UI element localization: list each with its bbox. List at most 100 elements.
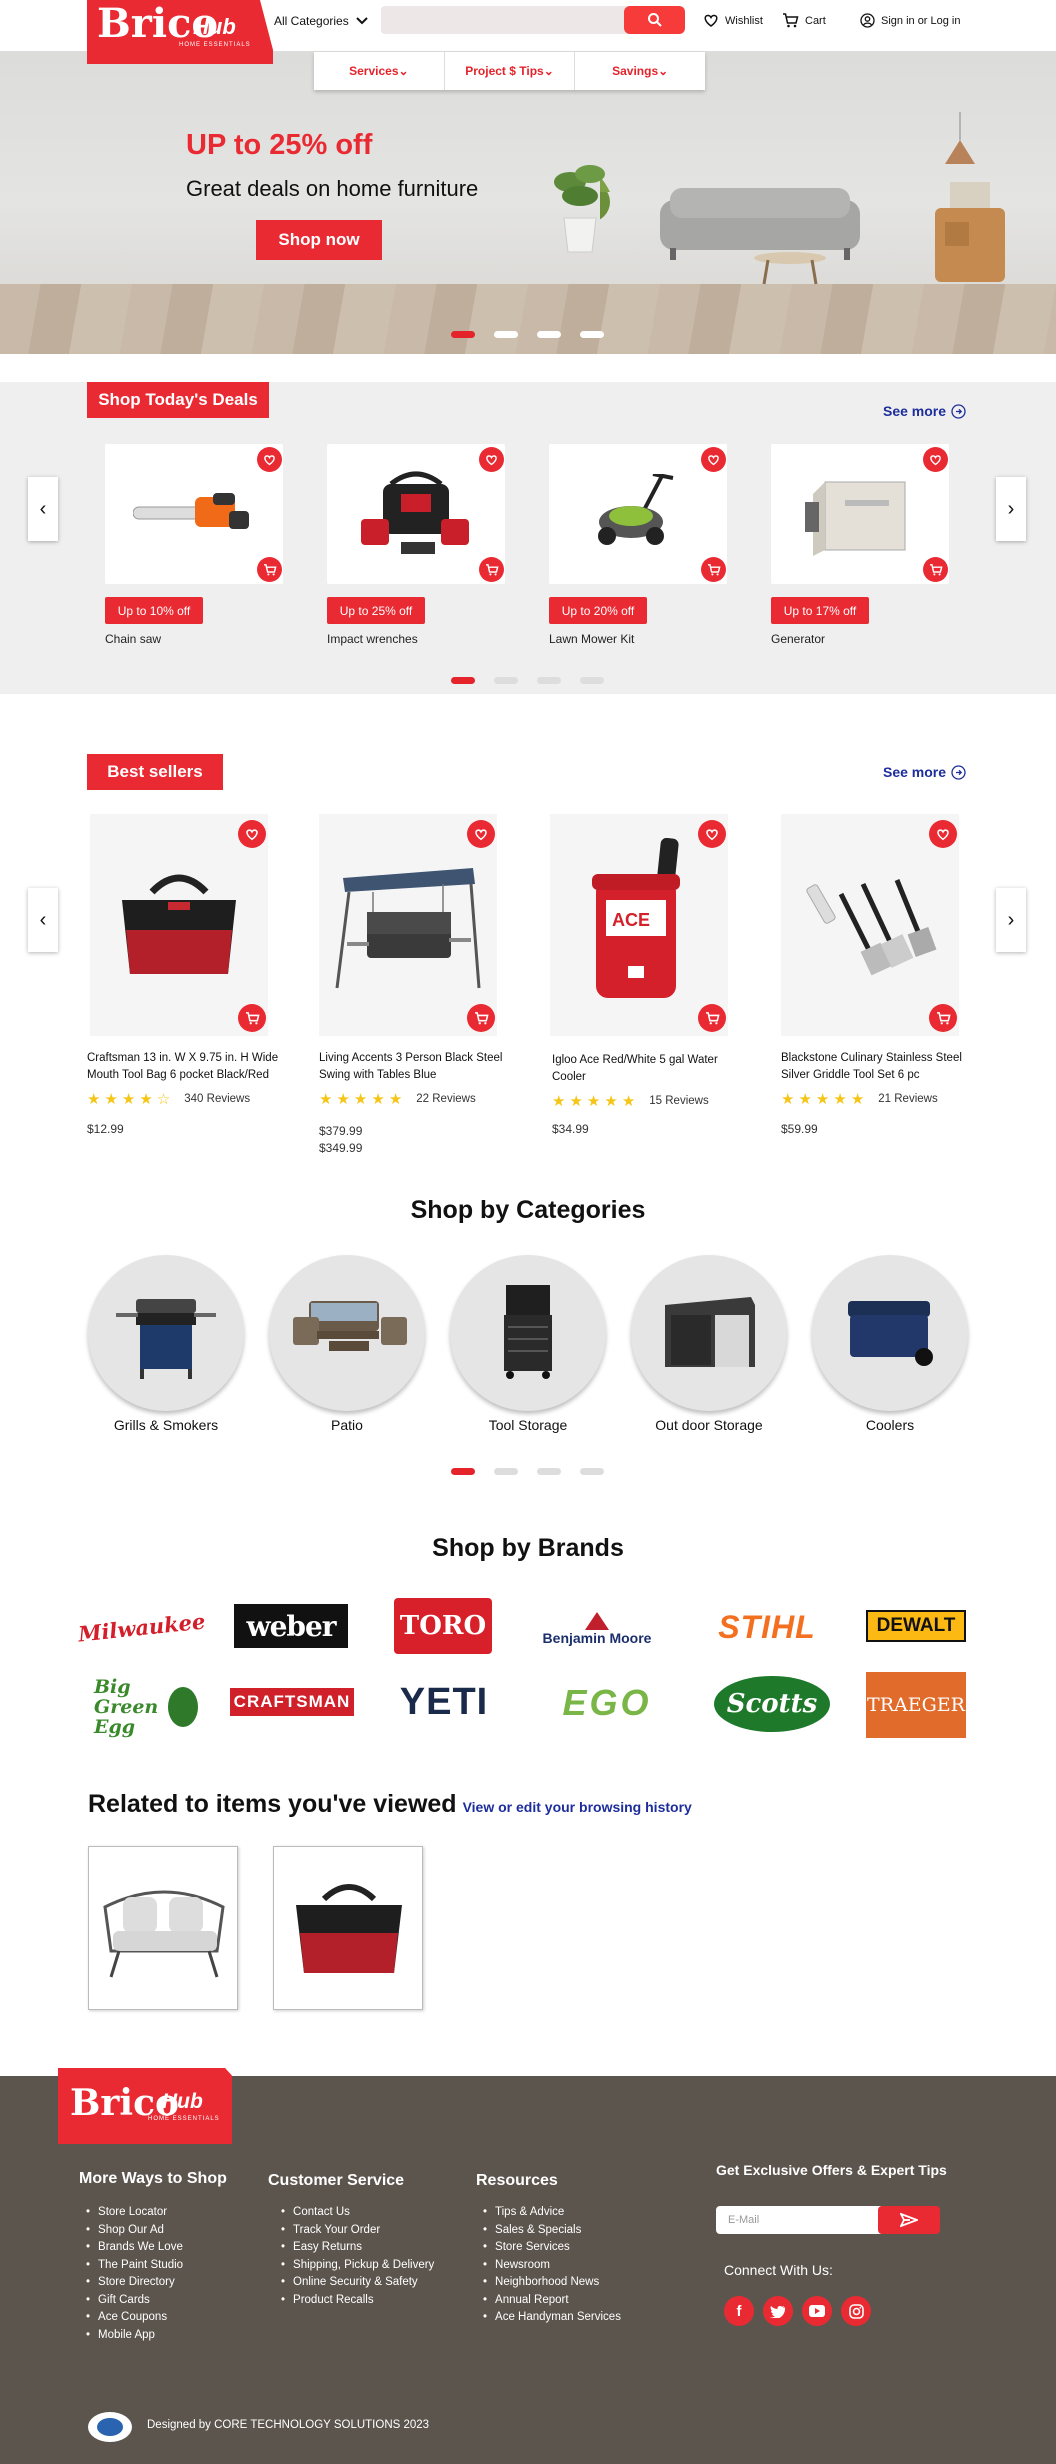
search-button[interactable] <box>624 6 685 34</box>
footer-link[interactable]: Store Services <box>483 2239 621 2257</box>
category-outdoor-storage[interactable]: Out door Storage <box>631 1255 787 1433</box>
best-sellers-next-arrow[interactable]: › <box>996 888 1026 952</box>
youtube-icon[interactable] <box>802 2296 832 2326</box>
add-to-cart-button[interactable] <box>479 557 504 582</box>
deals-next-arrow[interactable]: › <box>996 477 1026 541</box>
wishlist-heart-button[interactable] <box>238 820 266 848</box>
sign-in-link[interactable]: Sign in or Log in <box>860 13 961 28</box>
email-submit-button[interactable] <box>878 2206 940 2234</box>
footer-link[interactable]: Ace Handyman Services <box>483 2309 621 2327</box>
deal-card-impact-wrenches[interactable] <box>327 444 505 584</box>
brand-big-green-egg[interactable]: Big Green Egg <box>92 1672 200 1742</box>
brand-ego[interactable]: EGO <box>540 1680 674 1726</box>
carousel-dot[interactable] <box>494 331 518 338</box>
footer-link[interactable]: Ace Coupons <box>86 2309 183 2327</box>
footer-link[interactable]: Annual Report <box>483 2292 621 2310</box>
footer-link[interactable]: Tips & Advice <box>483 2204 621 2222</box>
footer-link[interactable]: Easy Returns <box>281 2239 434 2257</box>
best-seller-card-tool-bag[interactable] <box>90 814 268 1036</box>
deal-card-generator[interactable] <box>771 444 949 584</box>
brand-toro[interactable]: TORO <box>394 1598 492 1654</box>
add-to-cart-button[interactable] <box>929 1004 957 1032</box>
carousel-dot[interactable] <box>451 677 475 684</box>
carousel-dot[interactable] <box>580 331 604 338</box>
review-count[interactable]: 340 Reviews <box>184 1093 250 1105</box>
wishlist-heart-button[interactable] <box>479 447 504 472</box>
add-to-cart-button[interactable] <box>923 557 948 582</box>
shop-now-button[interactable]: Shop now <box>256 220 382 260</box>
carousel-dot[interactable] <box>537 677 561 684</box>
wishlist-heart-button[interactable] <box>698 820 726 848</box>
wishlist-heart-button[interactable] <box>929 820 957 848</box>
best-sellers-prev-arrow[interactable]: ‹ <box>28 888 58 952</box>
carousel-dot[interactable] <box>494 1468 518 1475</box>
product-name[interactable]: Craftsman 13 in. W X 9.75 in. H Wide Mou… <box>87 1050 287 1084</box>
review-count[interactable]: 21 Reviews <box>878 1093 937 1105</box>
footer-link[interactable]: Shop Our Ad <box>86 2222 183 2240</box>
browsing-history-link[interactable]: View or edit your browsing history <box>463 1799 692 1815</box>
footer-link[interactable]: Shipping, Pickup & Delivery <box>281 2257 434 2275</box>
instagram-icon[interactable] <box>841 2296 871 2326</box>
carousel-dot[interactable] <box>494 677 518 684</box>
deals-see-more-link[interactable]: See more <box>883 403 966 419</box>
footer-link[interactable]: Brands We Love <box>86 2239 183 2257</box>
footer-link[interactable]: Gift Cards <box>86 2292 183 2310</box>
footer-logo[interactable]: Brico Hub HOME ESSENTIALS <box>58 2068 232 2144</box>
nav-savings[interactable]: Savings ⌄ <box>575 52 705 90</box>
review-count[interactable]: 22 Reviews <box>416 1093 475 1105</box>
carousel-dot[interactable] <box>580 677 604 684</box>
all-categories-dropdown[interactable]: All Categories <box>274 14 369 28</box>
brand-weber[interactable]: weber <box>234 1604 348 1648</box>
deal-name[interactable]: Lawn Mower Kit <box>549 632 634 646</box>
add-to-cart-button[interactable] <box>257 557 282 582</box>
product-name[interactable]: Igloo Ace Red/White 5 gal Water Cooler <box>552 1052 742 1086</box>
category-tool-storage[interactable]: Tool Storage <box>450 1255 606 1433</box>
carousel-dot[interactable] <box>537 1468 561 1475</box>
add-to-cart-button[interactable] <box>467 1004 495 1032</box>
brand-yeti[interactable]: YETI <box>386 1678 502 1726</box>
twitter-icon[interactable] <box>763 2296 793 2326</box>
add-to-cart-button[interactable] <box>701 557 726 582</box>
footer-link[interactable]: Mobile App <box>86 2327 183 2345</box>
product-name[interactable]: Living Accents 3 Person Black Steel Swin… <box>319 1050 519 1084</box>
related-item-chair[interactable] <box>88 1846 238 2010</box>
footer-link[interactable]: Neighborhood News <box>483 2274 621 2292</box>
deal-card-chainsaw[interactable] <box>105 444 283 584</box>
deal-name[interactable]: Chain saw <box>105 632 161 646</box>
facebook-icon[interactable]: f <box>724 2296 754 2326</box>
category-grills[interactable]: Grills & Smokers <box>88 1255 244 1433</box>
cart-link[interactable]: Cart <box>782 13 826 28</box>
brand-traeger[interactable]: TRAEGER <box>866 1672 966 1738</box>
wishlist-link[interactable]: Wishlist <box>703 13 763 28</box>
footer-link[interactable]: Contact Us <box>281 2204 434 2222</box>
brand-milwaukee[interactable]: Milwaukee <box>77 1602 206 1652</box>
carousel-dot[interactable] <box>580 1468 604 1475</box>
footer-link[interactable]: Online Security & Safety <box>281 2274 434 2292</box>
add-to-cart-button[interactable] <box>238 1004 266 1032</box>
best-sellers-see-more-link[interactable]: See more <box>883 764 966 780</box>
deal-card-lawn-mower[interactable] <box>549 444 727 584</box>
best-seller-card-griddle-set[interactable] <box>781 814 959 1036</box>
brand-craftsman[interactable]: CRAFTSMAN <box>230 1688 354 1716</box>
brand-benjamin-moore[interactable]: Benjamin Moore <box>528 1604 666 1654</box>
footer-link[interactable]: The Paint Studio <box>86 2257 183 2275</box>
best-seller-card-swing[interactable] <box>319 814 497 1036</box>
best-seller-card-water-cooler[interactable]: ACE <box>550 814 728 1036</box>
footer-link[interactable]: Store Directory <box>86 2274 183 2292</box>
deals-prev-arrow[interactable]: ‹ <box>28 477 58 541</box>
category-coolers[interactable]: Coolers <box>812 1255 968 1433</box>
nav-project-tips[interactable]: Project $ Tips ⌄ <box>445 52 576 90</box>
deal-name[interactable]: Impact wrenches <box>327 632 418 646</box>
review-count[interactable]: 15 Reviews <box>649 1095 708 1107</box>
deal-name[interactable]: Generator <box>771 632 825 646</box>
wishlist-heart-button[interactable] <box>701 447 726 472</box>
brand-stihl[interactable]: STIHL <box>704 1604 830 1650</box>
brand-dewalt[interactable]: DEWALT <box>866 1610 966 1642</box>
footer-link[interactable]: Newsroom <box>483 2257 621 2275</box>
related-item-tool-bag[interactable] <box>273 1846 423 2010</box>
nav-services[interactable]: Services ⌄ <box>314 52 445 90</box>
email-input[interactable]: E-Mail <box>716 2206 902 2234</box>
product-name[interactable]: Blackstone Culinary Stainless Steel Silv… <box>781 1050 981 1084</box>
carousel-dot[interactable] <box>451 331 475 338</box>
footer-link[interactable]: Sales & Specials <box>483 2222 621 2240</box>
